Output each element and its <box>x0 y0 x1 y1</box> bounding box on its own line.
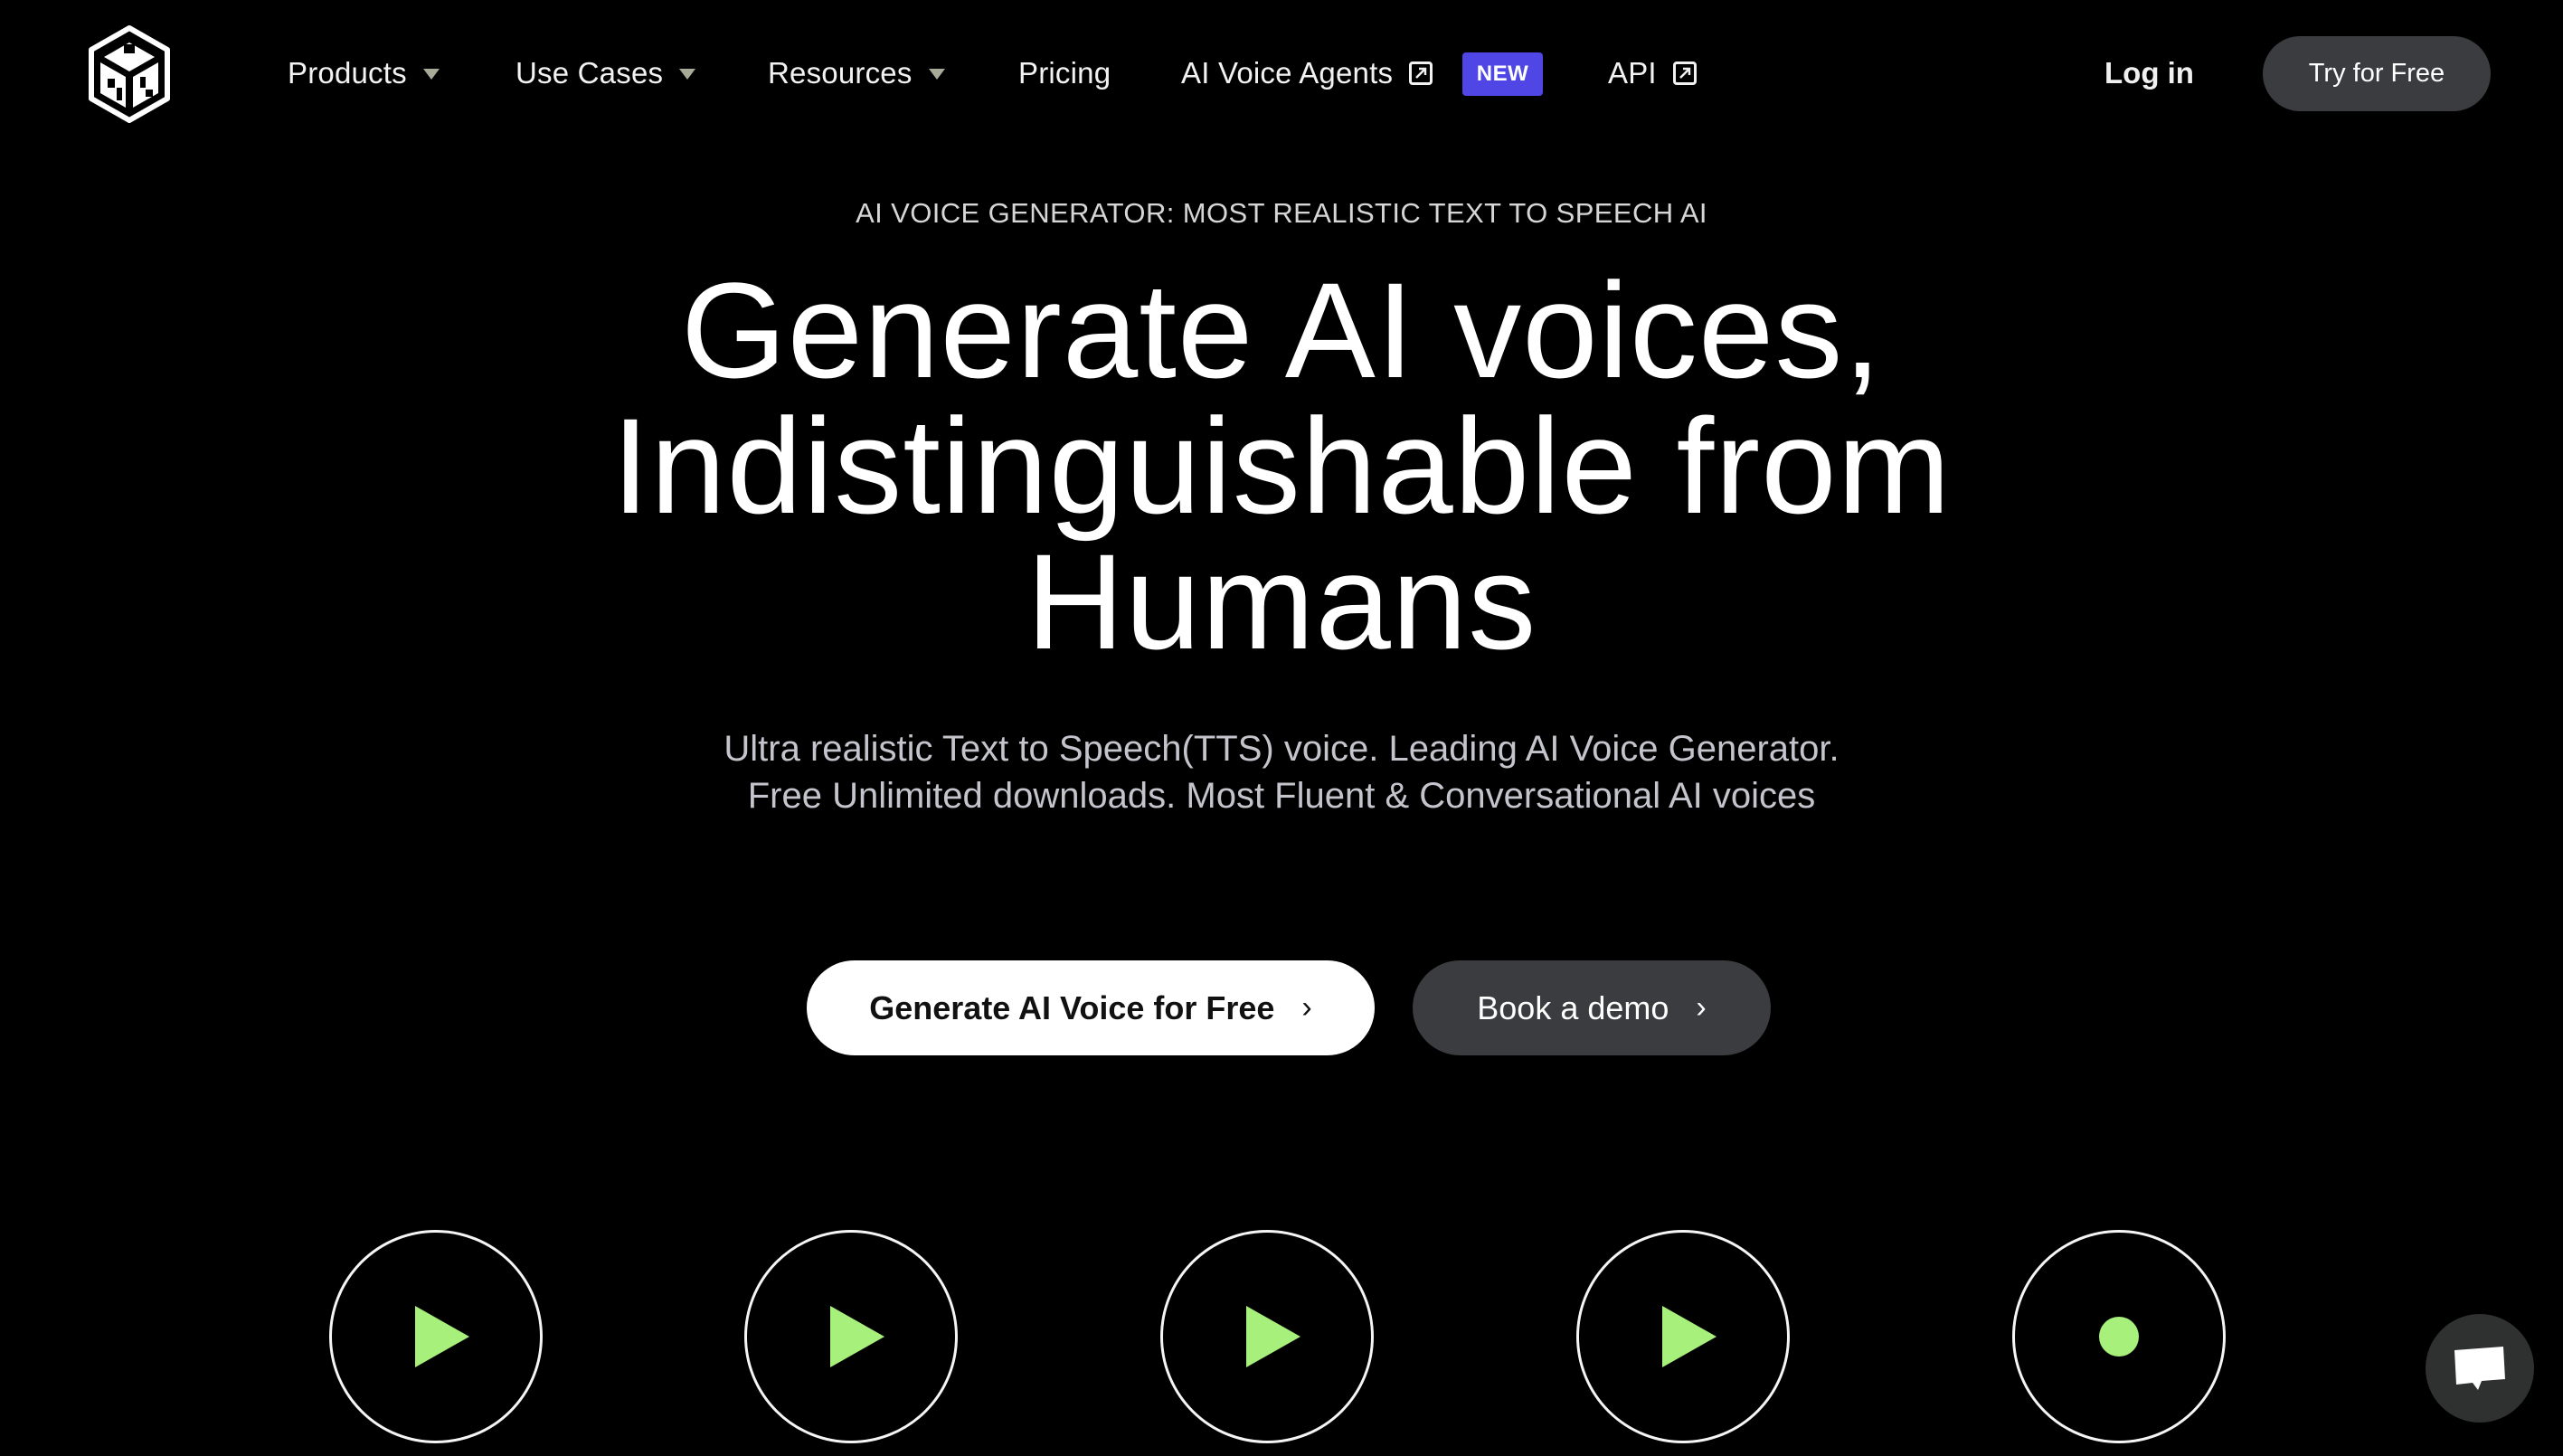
external-link-icon <box>1672 61 1697 85</box>
headline-line: Humans <box>1026 525 1537 677</box>
nav-api-label: API <box>1608 56 1657 90</box>
play-icon <box>415 1306 469 1367</box>
caret-down-icon <box>679 69 696 80</box>
generate-ai-voice-label: Generate AI Voice for Free <box>869 988 1275 1026</box>
voice-sample-active-button[interactable] <box>2012 1230 2226 1443</box>
headline-line: Indistinguishable from <box>611 390 1952 542</box>
nav-pricing-label: Pricing <box>1018 56 1111 90</box>
nav-resources[interactable]: Resources <box>768 52 945 94</box>
play-ht-cube-logo-icon <box>89 25 170 123</box>
generate-ai-voice-button[interactable]: Generate AI Voice for Free › <box>807 960 1375 1055</box>
nav-use-cases[interactable]: Use Cases <box>515 52 696 94</box>
play-icon <box>1662 1306 1717 1367</box>
chevron-right-icon: › <box>1301 990 1312 1025</box>
voice-sample-play-button[interactable] <box>1576 1230 1790 1443</box>
try-for-free-button[interactable]: Try for Free <box>2263 36 2491 111</box>
subtitle-line: Ultra realistic Text to Speech(TTS) voic… <box>724 729 1839 769</box>
nav-products-label: Products <box>288 56 407 90</box>
book-demo-label: Book a demo <box>1477 988 1669 1026</box>
nav-products[interactable]: Products <box>288 52 440 94</box>
external-link-icon <box>1409 61 1433 85</box>
dot-icon <box>2099 1317 2139 1357</box>
voice-sample-play-button[interactable] <box>1160 1230 1374 1443</box>
new-badge: NEW <box>1462 52 1543 96</box>
nav-pricing[interactable]: Pricing <box>1018 52 1111 94</box>
hero-headline: Generate AI voices, Indistinguishable fr… <box>0 262 2563 669</box>
hero-subtitle: Ultra realistic Text to Speech(TTS) voic… <box>0 725 2563 819</box>
book-demo-button[interactable]: Book a demo › <box>1413 960 1771 1055</box>
play-icon <box>1246 1306 1300 1367</box>
logo[interactable] <box>86 24 173 124</box>
voice-sample-play-button[interactable] <box>329 1230 543 1443</box>
nav-ai-voice-agents-label: AI Voice Agents <box>1181 56 1394 90</box>
caret-down-icon <box>422 69 440 80</box>
nav-resources-label: Resources <box>768 56 913 90</box>
caret-down-icon <box>928 69 945 80</box>
nav-ai-voice-agents[interactable]: AI Voice Agents <box>1181 52 1433 94</box>
chat-widget-button[interactable] <box>2426 1314 2534 1423</box>
voice-sample-play-button[interactable] <box>744 1230 958 1443</box>
hero-eyebrow: AI VOICE GENERATOR: MOST REALISTIC TEXT … <box>856 197 1707 229</box>
chevron-right-icon: › <box>1696 990 1707 1025</box>
headline-line: Generate AI voices, <box>680 254 1883 406</box>
login-link[interactable]: Log in <box>2104 52 2194 94</box>
play-icon <box>830 1306 884 1367</box>
nav-api[interactable]: API <box>1608 52 1697 94</box>
nav-use-cases-label: Use Cases <box>515 56 664 90</box>
chat-bubble-icon <box>2454 1347 2505 1390</box>
subtitle-line: Free Unlimited downloads. Most Fluent & … <box>747 776 1816 816</box>
